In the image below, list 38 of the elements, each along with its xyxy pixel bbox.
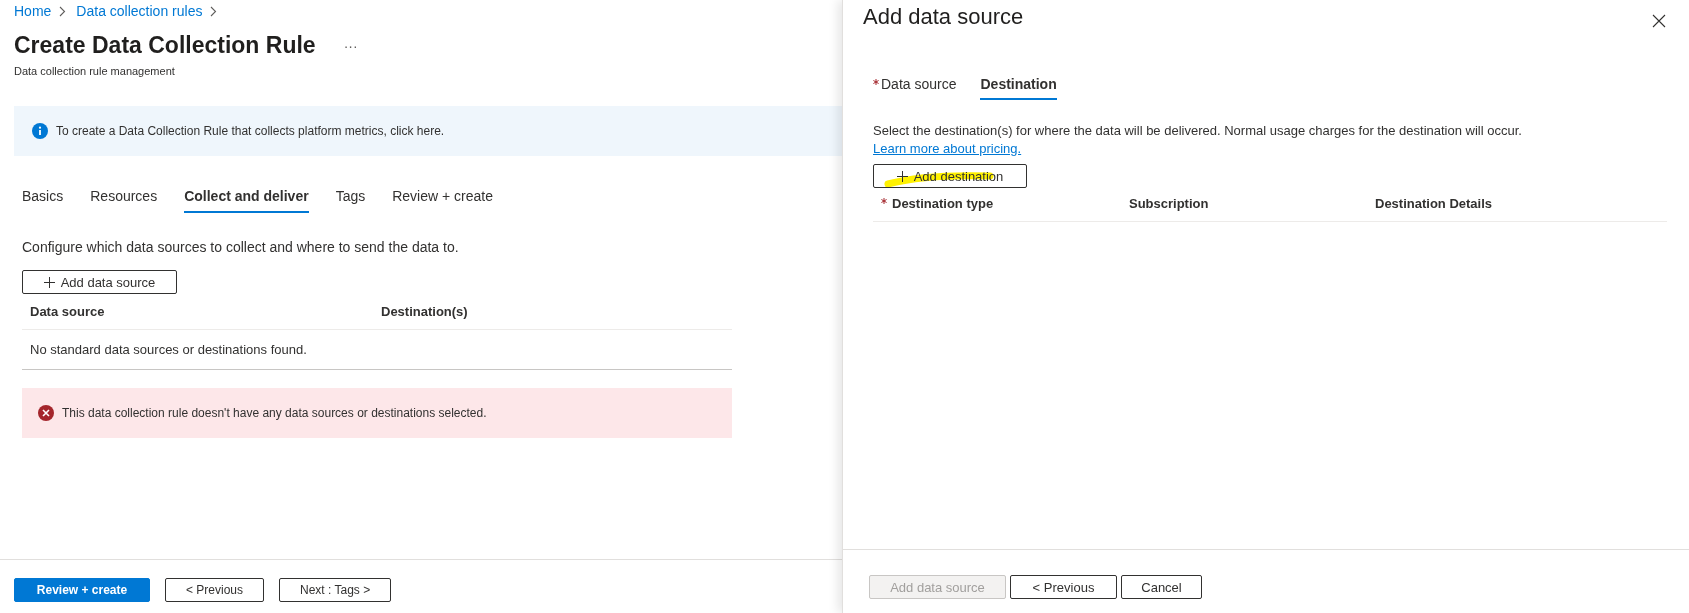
footer-button[interactable]: < Previous [1010, 575, 1117, 599]
plus-icon [896, 170, 908, 182]
breadcrumb-link[interactable]: Data collection rules [76, 3, 203, 19]
page-title: Create Data Collection Rule [14, 32, 316, 59]
panel-title: Add data source [863, 4, 1024, 30]
error-text: This data collection rule doesn't have any data sources or destinations selected. [62, 406, 487, 420]
tab[interactable]: Resources [90, 185, 158, 213]
info-icon [32, 123, 48, 139]
empty-message: No standard data sources or destinations found. [30, 342, 307, 357]
tab[interactable]: Data source [873, 76, 957, 100]
footer-button[interactable]: Next : Tags > [279, 578, 392, 602]
tab[interactable]: Basics [22, 185, 64, 213]
footer-button[interactable]: Cancel [1121, 575, 1202, 599]
pricing-link[interactable]: Learn more about pricing. [873, 141, 1022, 156]
column-header: Data source [30, 304, 106, 319]
breadcrumb-link[interactable]: Home [14, 3, 52, 19]
tab[interactable]: Collect and deliver [184, 185, 309, 213]
description-text: Configure which data sources to collect and where to send the data to. [22, 239, 460, 255]
more-options-button[interactable]: ··· [343, 37, 358, 54]
error-icon [38, 405, 54, 421]
chevron-right-icon [59, 5, 67, 17]
tab[interactable]: Destination [980, 76, 1057, 100]
description-text: Select the destination(s) for where the data will be delivered. Normal usage charges for the destination will occur. Learn more about pricing. [873, 122, 1523, 158]
tab[interactable]: Tags [335, 185, 366, 213]
column-header: Destination type [881, 196, 1129, 211]
column-header: Destination(s) [381, 304, 468, 319]
footer-button[interactable]: < Previous [165, 578, 265, 602]
column-header: Subscription [1129, 196, 1210, 211]
column-header: Destination Details [1375, 196, 1493, 211]
chevron-right-icon [210, 5, 218, 17]
add-data-source-button[interactable]: Add data source [22, 270, 177, 294]
close-icon[interactable] [1652, 14, 1666, 28]
footer-button[interactable]: Review + create [14, 578, 150, 602]
info-banner[interactable]: To create a Data Collection Rule that collects platform metrics, click here. [14, 106, 842, 156]
page-subtitle: Data collection rule management [14, 65, 176, 77]
info-text: To create a Data Collection Rule that collects platform metrics, click here. [56, 124, 445, 138]
tab[interactable]: Review + create [392, 185, 493, 213]
plus-icon [43, 276, 55, 288]
